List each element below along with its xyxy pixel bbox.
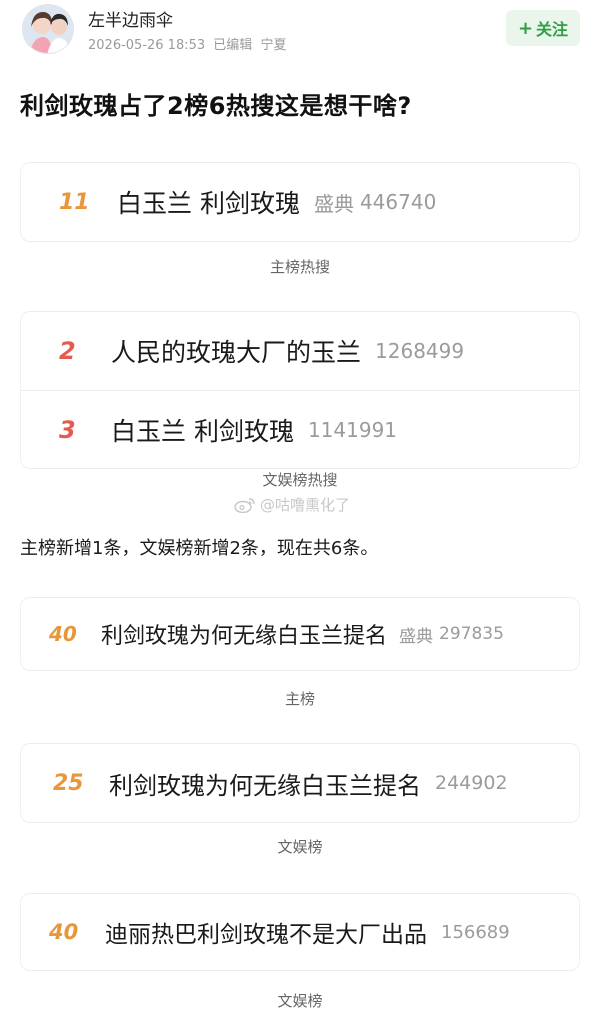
card-caption: 主榜	[284, 690, 315, 708]
card-caption: 文娱榜热搜	[262, 471, 338, 489]
hot-search-card[interactable]: 40 迪丽热巴利剑玫瑰不是大厂出品 156689	[20, 893, 580, 971]
rank-number: 3	[59, 416, 76, 444]
rank-number: 40	[49, 622, 77, 646]
topic-title: 白玉兰 利剑玫瑰	[117, 189, 300, 218]
hot-search-row[interactable]: 25 利剑玫瑰为何无缘白玉兰提名 244902	[21, 744, 579, 822]
rank-number: 11	[59, 189, 90, 215]
topic-tag: 盛典	[313, 191, 354, 216]
rank-number: 2	[59, 337, 76, 365]
heat-count: 1268499	[375, 339, 465, 363]
hot-search-entry: 迪丽热巴利剑玫瑰不是大厂出品 156689	[105, 894, 510, 970]
rank-number: 40	[49, 920, 79, 944]
topic-title: 利剑玫瑰为何无缘白玉兰提名	[109, 771, 421, 800]
post-date: 2026-05-26 18:53	[88, 38, 206, 53]
author-name[interactable]: 左半边雨伞	[88, 6, 173, 31]
hot-search-row[interactable]: 40 迪丽热巴利剑玫瑰不是大厂出品 156689	[21, 894, 579, 970]
summary-text: 主榜新增1条，文娱榜新增2条，现在共6条。	[20, 538, 379, 559]
topic-title: 迪丽热巴利剑玫瑰不是大厂出品	[105, 922, 427, 948]
hot-search-card[interactable]: 11 白玉兰 利剑玫瑰 盛典 446740	[20, 162, 580, 242]
hot-search-entry: 白玉兰 利剑玫瑰 1141991	[111, 391, 397, 469]
rank-number: 25	[53, 770, 84, 796]
topic-tag: 盛典	[399, 626, 434, 647]
weibo-logo-icon	[234, 497, 255, 513]
plus-icon: +	[517, 17, 534, 39]
heat-count: 446740	[359, 190, 437, 214]
heat-count: 244902	[435, 772, 508, 794]
heat-count: 1141991	[307, 418, 398, 442]
heat-count: 297835	[439, 624, 504, 644]
post-location: 宁夏	[260, 38, 287, 53]
hot-search-row[interactable]: 2 人民的玫瑰大厂的玉兰 1268499	[21, 312, 579, 390]
hot-search-row[interactable]: 3 白玉兰 利剑玫瑰 1141991	[21, 390, 579, 468]
watermark: @咕噜熏化了	[234, 494, 350, 515]
topic-title: 利剑玫瑰为何无缘白玉兰提名	[101, 624, 388, 649]
hot-search-row[interactable]: 40 利剑玫瑰为何无缘白玉兰提名 盛典 297835	[21, 598, 579, 670]
edited-label: 已编辑	[213, 38, 253, 53]
hot-search-card[interactable]: 40 利剑玫瑰为何无缘白玉兰提名 盛典 297835	[20, 597, 580, 671]
avatar[interactable]	[22, 4, 74, 54]
follow-button[interactable]: + 关注	[506, 10, 580, 46]
heat-count: 156689	[441, 921, 510, 943]
topic-title: 人民的玫瑰大厂的玉兰	[111, 338, 362, 367]
post-meta: 2026-05-26 18:53 已编辑 宁夏	[88, 34, 290, 53]
hot-search-card[interactable]: 25 利剑玫瑰为何无缘白玉兰提名 244902	[20, 743, 580, 823]
topic-title: 白玉兰 利剑玫瑰	[111, 417, 294, 446]
post-title: 利剑玫瑰占了2榜6热搜这是想干啥?	[20, 92, 412, 120]
hot-search-entry: 人民的玫瑰大厂的玉兰 1268499	[111, 312, 464, 390]
follow-label: 关注	[536, 20, 569, 39]
hot-search-entry: 白玉兰 利剑玫瑰 盛典 446740	[117, 163, 436, 241]
hot-search-row[interactable]: 11 白玉兰 利剑玫瑰 盛典 446740	[21, 163, 579, 241]
hot-search-entry: 利剑玫瑰为何无缘白玉兰提名 244902	[109, 744, 508, 822]
card-caption: 文娱榜	[277, 838, 323, 856]
card-caption: 主榜热搜	[269, 258, 330, 276]
hot-search-card[interactable]: 2 人民的玫瑰大厂的玉兰 1268499 3 白玉兰 利剑玫瑰 1141991	[20, 311, 580, 469]
post-header: 左半边雨伞 2026-05-26 18:53 已编辑 宁夏 + 关注	[0, 0, 600, 64]
hot-search-entry: 利剑玫瑰为何无缘白玉兰提名 盛典 297835	[101, 598, 504, 670]
watermark-text: @咕噜熏化了	[260, 496, 351, 514]
card-caption: 文娱榜	[277, 992, 323, 1010]
